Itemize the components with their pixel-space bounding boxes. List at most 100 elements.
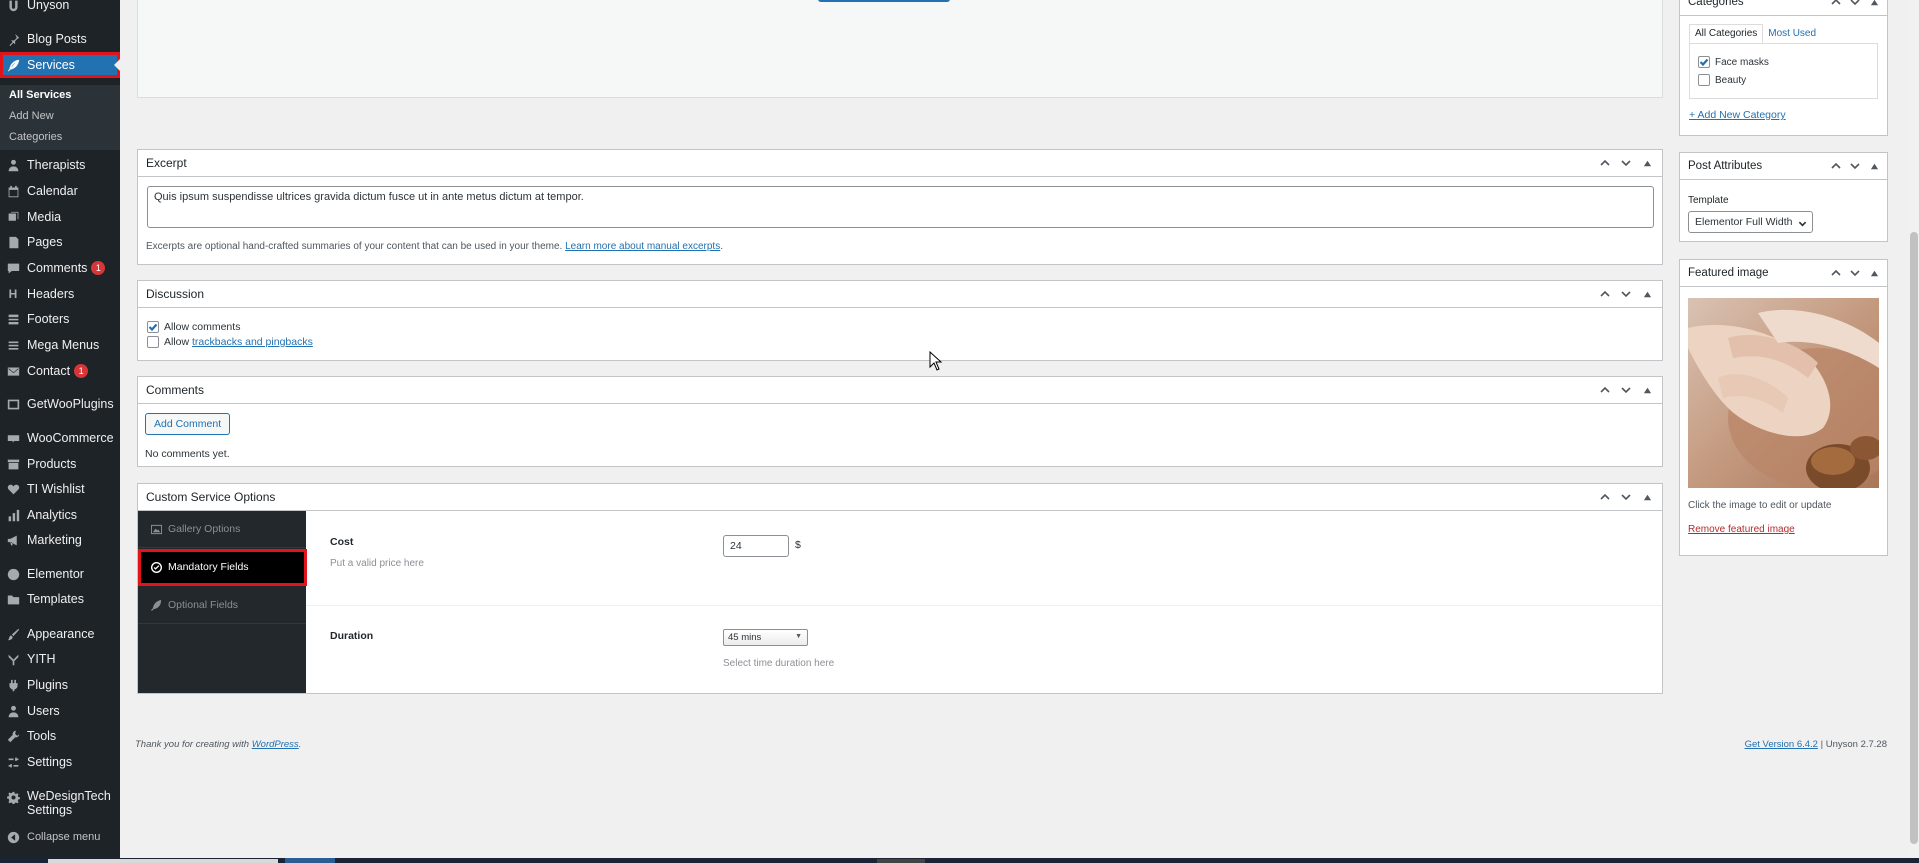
sidebar-item-yith[interactable]: YITH (0, 648, 120, 670)
comments-header[interactable]: Comments (138, 377, 1662, 404)
sidebar-item-label: GetWooPlugins (27, 397, 114, 411)
wrench-icon (6, 729, 20, 743)
cost-input[interactable]: 24 (723, 535, 789, 557)
toggle-panel-icon[interactable] (1867, 159, 1881, 173)
move-down-icon[interactable] (1619, 383, 1633, 397)
move-up-icon[interactable] (1829, 266, 1843, 280)
move-down-icon[interactable] (1619, 287, 1633, 301)
template-select[interactable]: Elementor Full Width (1688, 211, 1813, 233)
sidebar-item-marketing[interactable]: Marketing (0, 529, 120, 551)
sidebar-item-footers[interactable]: Footers (0, 308, 120, 330)
sidebar-item-media[interactable]: Media (0, 206, 120, 228)
wordpress-link[interactable]: WordPress (252, 739, 299, 750)
toggle-panel-icon[interactable] (1867, 0, 1881, 9)
move-down-icon[interactable] (1619, 490, 1633, 504)
learn-more-excerpts-link[interactable]: Learn more about manual excerpts (565, 241, 720, 252)
sidebar-item-getwooplugins[interactable]: GetWooPlugins (0, 393, 120, 415)
sidebar-item-comments[interactable]: Comments 1 (0, 257, 120, 279)
sidebar-item-services[interactable]: Services (0, 52, 120, 78)
duration-select[interactable]: 45 mins ▼ (723, 629, 808, 646)
beauty-checkbox[interactable] (1698, 74, 1710, 86)
post-attributes-header[interactable]: Post Attributes (1680, 153, 1887, 180)
tab-mandatory-fields[interactable]: Mandatory Fields (138, 549, 307, 586)
feather-icon (151, 599, 162, 611)
footer-thankyou: Thank you for creating with WordPress. (135, 739, 302, 750)
sidebar-item-ti-wishlist[interactable]: TI Wishlist (0, 478, 120, 500)
move-down-icon[interactable] (1619, 156, 1633, 170)
move-up-icon[interactable] (1598, 156, 1612, 170)
sidebar-item-templates[interactable]: Templates (0, 588, 120, 610)
submenu-add-new[interactable]: Add New (9, 110, 54, 122)
featured-image-thumbnail[interactable] (1688, 298, 1879, 488)
excerpt-header[interactable]: Excerpt (138, 150, 1662, 177)
sidebar-item-wedesigntech-settings[interactable]: WeDesignTech Settings (0, 789, 120, 819)
sidebar-item-plugins[interactable]: Plugins (0, 674, 120, 696)
move-down-icon[interactable] (1848, 266, 1862, 280)
move-up-icon[interactable] (1829, 0, 1843, 9)
categories-header[interactable]: Categories (1680, 0, 1887, 16)
allow-comments-row: Allow comments (147, 321, 240, 333)
submenu-categories[interactable]: Categories (9, 131, 62, 143)
featured-image-box: Featured image Click the image to edit o… (1679, 259, 1888, 556)
sidebar-item-unyson[interactable]: Unyson (0, 0, 120, 16)
page-scrollbar[interactable] (1909, 0, 1919, 863)
sidebar-item-products[interactable]: Products (0, 453, 120, 475)
sidebar-item-users[interactable]: Users (0, 700, 120, 722)
scrollbar-thumb[interactable] (1910, 232, 1918, 844)
toggle-panel-icon[interactable] (1640, 490, 1654, 504)
os-taskbar (0, 858, 1919, 863)
move-down-icon[interactable] (1848, 159, 1862, 173)
toggle-panel-icon[interactable] (1867, 266, 1881, 280)
move-up-icon[interactable] (1829, 159, 1843, 173)
sidebar-item-elementor[interactable]: Elementor (0, 563, 120, 585)
sidebar-item-therapists[interactable]: Therapists (0, 154, 120, 176)
trackbacks-link[interactable]: trackbacks and pingbacks (192, 336, 313, 348)
get-version-link[interactable]: Get Version 6.4.2 (1745, 739, 1818, 750)
publish-button-edge[interactable] (818, 0, 950, 2)
editor-area-bottom (137, 0, 1663, 98)
remove-featured-image-link[interactable]: Remove featured image (1688, 524, 1795, 535)
allow-comments-checkbox[interactable] (147, 321, 159, 333)
add-comment-button[interactable]: Add Comment (145, 413, 231, 435)
sidebar-item-analytics[interactable]: Analytics (0, 504, 120, 526)
sidebar-item-headers[interactable]: H Headers (0, 283, 120, 305)
sidebar-item-contact[interactable]: Contact 1 (0, 360, 120, 382)
move-down-icon[interactable] (1848, 0, 1862, 9)
sidebar-item-calendar[interactable]: Calendar (0, 180, 120, 202)
tab-most-used[interactable]: Most Used (1763, 24, 1821, 43)
comments-box: Comments Add Comment No comments yet. (137, 376, 1663, 467)
sidebar-item-label: WeDesignTech Settings (27, 789, 111, 817)
toggle-panel-icon[interactable] (1640, 287, 1654, 301)
sidebar-item-mega-menus[interactable]: Mega Menus (0, 334, 120, 356)
move-up-icon[interactable] (1598, 490, 1612, 504)
sidebar-item-appearance[interactable]: Appearance (0, 623, 120, 645)
taskbar-app[interactable] (285, 858, 335, 863)
massage-photo (1688, 298, 1879, 488)
move-up-icon[interactable] (1598, 287, 1612, 301)
sidebar-item-woocommerce[interactable]: WooCommerce (0, 427, 120, 449)
allow-trackbacks-checkbox[interactable] (147, 336, 159, 348)
tab-gallery-options[interactable]: Gallery Options (138, 511, 306, 548)
submenu-all-services[interactable]: All Services (9, 89, 71, 101)
toggle-panel-icon[interactable] (1640, 156, 1654, 170)
sidebar-item-pages[interactable]: Pages (0, 231, 120, 253)
tab-optional-fields[interactable]: Optional Fields (138, 587, 306, 624)
sidebar-item-settings[interactable]: Settings (0, 751, 120, 773)
tab-all-categories[interactable]: All Categories (1689, 24, 1764, 43)
face-masks-checkbox[interactable] (1698, 56, 1710, 68)
pin-icon (6, 32, 20, 46)
excerpt-textarea[interactable]: Quis ipsum suspendisse ultrices gravida … (147, 186, 1654, 228)
taskbar-app[interactable] (877, 859, 925, 863)
sidebar-item-blog-posts[interactable]: Blog Posts (0, 28, 120, 50)
add-new-category-link[interactable]: + Add New Category (1689, 109, 1786, 121)
taskbar-search[interactable] (48, 859, 278, 863)
custom-service-options-header[interactable]: Custom Service Options (138, 484, 1662, 511)
sidebar-item-label: Collapse menu (27, 831, 101, 843)
toggle-panel-icon[interactable] (1640, 383, 1654, 397)
discussion-header[interactable]: Discussion (138, 281, 1662, 308)
move-up-icon[interactable] (1598, 383, 1612, 397)
sidebar-item-tools[interactable]: Tools (0, 725, 120, 747)
featured-image-header[interactable]: Featured image (1680, 260, 1887, 287)
mail-icon (6, 364, 20, 378)
collapse-menu-button[interactable]: Collapse menu (0, 826, 120, 848)
